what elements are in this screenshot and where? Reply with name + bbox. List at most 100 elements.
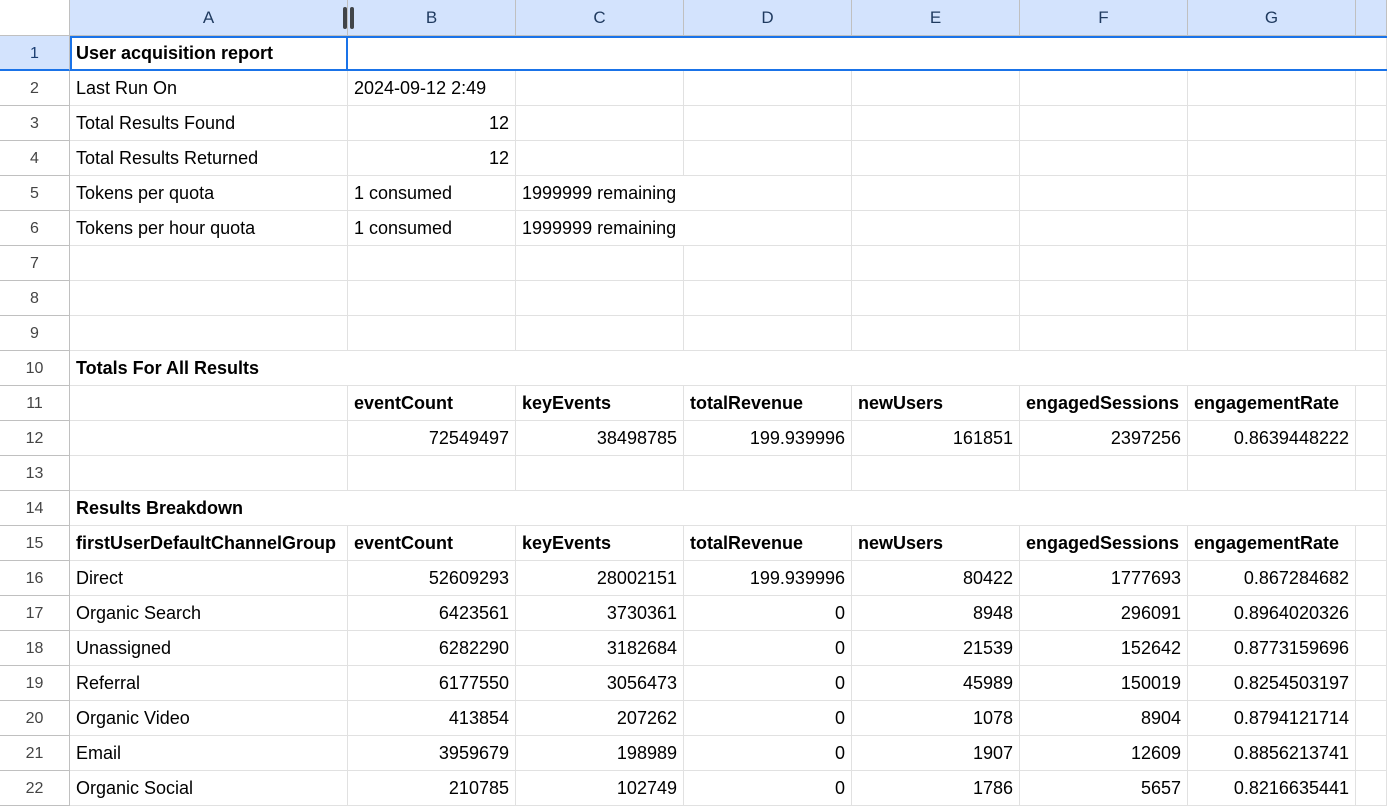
cell-r22-c7[interactable] xyxy=(1356,771,1387,806)
cell-r15-c1[interactable]: eventCount xyxy=(348,526,516,561)
cell-r21-c6[interactable]: 0.8856213741 xyxy=(1188,736,1356,771)
cell-r18-c0[interactable]: Unassigned xyxy=(70,631,348,666)
cell-r4-c6[interactable] xyxy=(1188,141,1356,176)
cell-r6-c2[interactable]: 1999999 remaining xyxy=(516,211,852,246)
cell-r3-c4[interactable] xyxy=(852,106,1020,141)
cell-r5-c0[interactable]: Tokens per quota xyxy=(70,176,348,211)
cell-r6-c5[interactable] xyxy=(1188,211,1356,246)
cell-r8-c1[interactable] xyxy=(348,281,516,316)
cell-r15-c5[interactable]: engagedSessions xyxy=(1020,526,1188,561)
cell-r13-c6[interactable] xyxy=(1188,456,1356,491)
row-header-14[interactable]: 14 xyxy=(0,491,70,526)
cell-r15-c6[interactable]: engagementRate xyxy=(1188,526,1356,561)
row-header-4[interactable]: 4 xyxy=(0,141,70,176)
cell-r20-c2[interactable]: 207262 xyxy=(516,701,684,736)
cell-r7-c7[interactable] xyxy=(1356,246,1387,281)
cell-r11-c4[interactable]: newUsers xyxy=(852,386,1020,421)
cell-r11-c0[interactable] xyxy=(70,386,348,421)
row-header-6[interactable]: 6 xyxy=(0,211,70,246)
row-header-15[interactable]: 15 xyxy=(0,526,70,561)
cell-r21-c0[interactable]: Email xyxy=(70,736,348,771)
cell-r20-c7[interactable] xyxy=(1356,701,1387,736)
cell-r21-c5[interactable]: 12609 xyxy=(1020,736,1188,771)
cell-r13-c4[interactable] xyxy=(852,456,1020,491)
row-header-21[interactable]: 21 xyxy=(0,736,70,771)
cell-r4-c7[interactable] xyxy=(1356,141,1387,176)
cell-r15-c7[interactable] xyxy=(1356,526,1387,561)
row-header-17[interactable]: 17 xyxy=(0,596,70,631)
cell-r2-c6[interactable] xyxy=(1188,71,1356,106)
row-header-9[interactable]: 9 xyxy=(0,316,70,351)
cell-r8-c3[interactable] xyxy=(684,281,852,316)
cell-r16-c6[interactable]: 0.867284682 xyxy=(1188,561,1356,596)
cell-r20-c4[interactable]: 1078 xyxy=(852,701,1020,736)
col-header-d[interactable]: D xyxy=(684,0,852,36)
cell-r5-c5[interactable] xyxy=(1188,176,1356,211)
row-header-10[interactable]: 10 xyxy=(0,351,70,386)
cell-r12-c1[interactable]: 72549497 xyxy=(348,421,516,456)
cell-r12-c2[interactable]: 38498785 xyxy=(516,421,684,456)
row-header-20[interactable]: 20 xyxy=(0,701,70,736)
cell-r4-c4[interactable] xyxy=(852,141,1020,176)
cell-r21-c7[interactable] xyxy=(1356,736,1387,771)
cell-r9-c5[interactable] xyxy=(1020,316,1188,351)
cell-r6-c0[interactable]: Tokens per hour quota xyxy=(70,211,348,246)
cell-r8-c2[interactable] xyxy=(516,281,684,316)
col-header-f[interactable]: F xyxy=(1020,0,1188,36)
cell-r12-c4[interactable]: 161851 xyxy=(852,421,1020,456)
cell-r7-c4[interactable] xyxy=(852,246,1020,281)
cell-r21-c4[interactable]: 1907 xyxy=(852,736,1020,771)
col-header-e[interactable]: E xyxy=(852,0,1020,36)
cell-r10-c0[interactable]: Totals For All Results xyxy=(70,351,1387,386)
cell-r11-c7[interactable] xyxy=(1356,386,1387,421)
cell-r17-c5[interactable]: 296091 xyxy=(1020,596,1188,631)
cell-r11-c3[interactable]: totalRevenue xyxy=(684,386,852,421)
cell-r5-c3[interactable] xyxy=(852,176,1020,211)
cell-r6-c3[interactable] xyxy=(852,211,1020,246)
row-header-12[interactable]: 12 xyxy=(0,421,70,456)
cell-r20-c1[interactable]: 413854 xyxy=(348,701,516,736)
row-header-11[interactable]: 11 xyxy=(0,386,70,421)
cell-r3-c5[interactable] xyxy=(1020,106,1188,141)
cell-r18-c1[interactable]: 6282290 xyxy=(348,631,516,666)
cell-r8-c6[interactable] xyxy=(1188,281,1356,316)
cell-r6-c4[interactable] xyxy=(1020,211,1188,246)
cell-r3-c7[interactable] xyxy=(1356,106,1387,141)
cell-r13-c7[interactable] xyxy=(1356,456,1387,491)
row-header-1[interactable]: 1 xyxy=(0,36,70,71)
cell-r8-c0[interactable] xyxy=(70,281,348,316)
cell-r9-c0[interactable] xyxy=(70,316,348,351)
cell-r22-c6[interactable]: 0.8216635441 xyxy=(1188,771,1356,806)
cell-r19-c6[interactable]: 0.8254503197 xyxy=(1188,666,1356,701)
spreadsheet-grid[interactable]: ABCDEFG1User acquisition report2Last Run… xyxy=(0,0,1387,806)
cell-r9-c4[interactable] xyxy=(852,316,1020,351)
cell-r2-c5[interactable] xyxy=(1020,71,1188,106)
cell-r19-c5[interactable]: 150019 xyxy=(1020,666,1188,701)
cell-r18-c7[interactable] xyxy=(1356,631,1387,666)
cell-r20-c3[interactable]: 0 xyxy=(684,701,852,736)
col-header-extra[interactable] xyxy=(1356,0,1387,36)
cell-r2-c2[interactable] xyxy=(516,71,684,106)
cell-r5-c6[interactable] xyxy=(1356,176,1387,211)
cell-r9-c3[interactable] xyxy=(684,316,852,351)
cell-r12-c5[interactable]: 2397256 xyxy=(1020,421,1188,456)
cell-r16-c0[interactable]: Direct xyxy=(70,561,348,596)
cell-r15-c3[interactable]: totalRevenue xyxy=(684,526,852,561)
cell-r2-c0[interactable]: Last Run On xyxy=(70,71,348,106)
cell-r19-c0[interactable]: Referral xyxy=(70,666,348,701)
cell-r19-c1[interactable]: 6177550 xyxy=(348,666,516,701)
cell-r22-c1[interactable]: 210785 xyxy=(348,771,516,806)
cell-r6-c1[interactable]: 1 consumed xyxy=(348,211,516,246)
cell-r22-c4[interactable]: 1786 xyxy=(852,771,1020,806)
cell-r19-c2[interactable]: 3056473 xyxy=(516,666,684,701)
cell-r7-c2[interactable] xyxy=(516,246,684,281)
cell-r6-c6[interactable] xyxy=(1356,211,1387,246)
cell-r8-c4[interactable] xyxy=(852,281,1020,316)
cell-r4-c1[interactable]: 12 xyxy=(348,141,516,176)
row-header-22[interactable]: 22 xyxy=(0,771,70,806)
cell-r12-c3[interactable]: 199.939996 xyxy=(684,421,852,456)
cell-r5-c4[interactable] xyxy=(1020,176,1188,211)
cell-r18-c3[interactable]: 0 xyxy=(684,631,852,666)
cell-r16-c2[interactable]: 28002151 xyxy=(516,561,684,596)
cell-r12-c7[interactable] xyxy=(1356,421,1387,456)
